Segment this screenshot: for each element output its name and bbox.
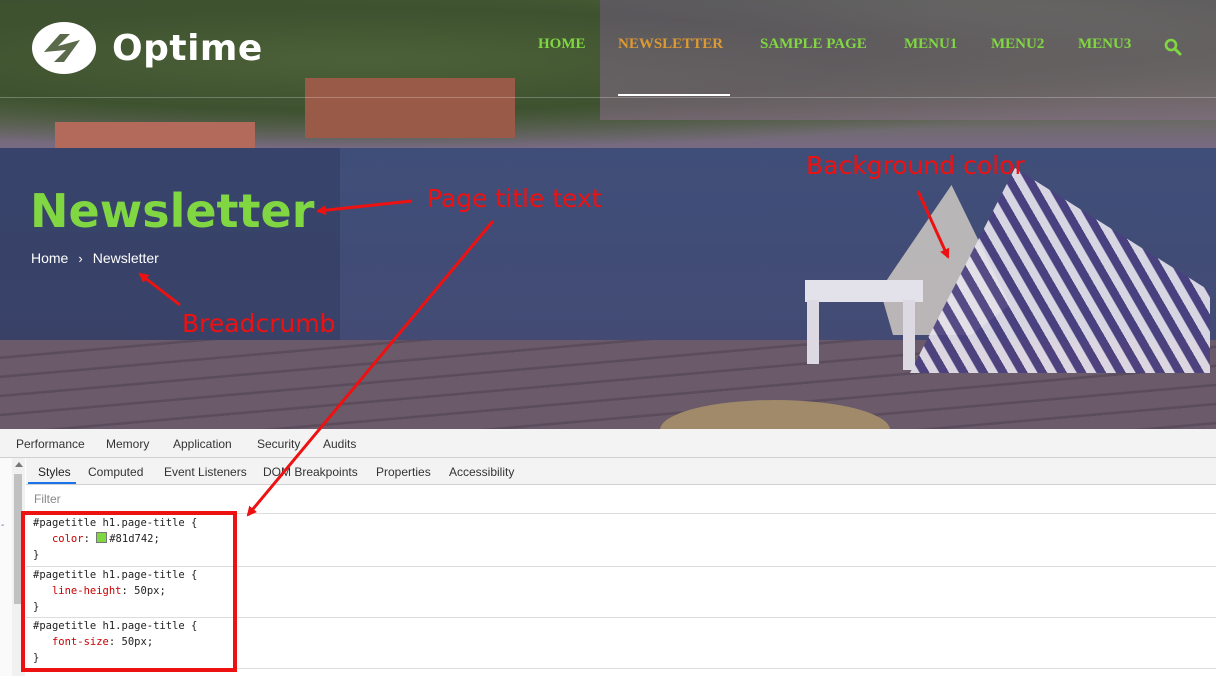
nav-sample-page[interactable]: SAMPLE PAGE bbox=[760, 36, 867, 53]
css-rule[interactable]: #pagetitle h1.page-title { color: #81d74… bbox=[26, 515, 1216, 567]
page-title: Newsletter bbox=[30, 184, 315, 238]
tab-event-listeners[interactable]: Event Listeners bbox=[164, 465, 247, 479]
annotation-page-title-text: Page title text bbox=[427, 184, 602, 213]
main-nav: HOME NEWSLETTER SAMPLE PAGE MENU1 MENU2 … bbox=[0, 36, 1216, 56]
css-value[interactable]: #81d742; bbox=[109, 533, 160, 545]
css-rule[interactable]: #pagetitle h1.page-title { font-size: 50… bbox=[26, 618, 1216, 669]
tab-memory[interactable]: Memory bbox=[106, 437, 149, 451]
nav-menu3[interactable]: MENU3 bbox=[1078, 36, 1131, 53]
tab-dom-breakpoints[interactable]: DOM Breakpoints bbox=[263, 465, 358, 479]
annotation-background-color: Background color bbox=[806, 151, 1025, 180]
css-property[interactable]: font-size bbox=[52, 636, 109, 648]
nav-menu2[interactable]: MENU2 bbox=[991, 36, 1044, 53]
annotation-breadcrumb: Breadcrumb bbox=[182, 309, 336, 338]
gutter-marker: - bbox=[1, 520, 5, 531]
nav-menu1[interactable]: MENU1 bbox=[904, 36, 957, 53]
header-divider bbox=[0, 97, 1216, 98]
css-rules-list: #pagetitle h1.page-title { color: #81d74… bbox=[26, 515, 1216, 676]
tab-performance[interactable]: Performance bbox=[16, 437, 85, 451]
css-value[interactable]: 50px; bbox=[122, 636, 154, 648]
active-tab-indicator bbox=[28, 482, 76, 484]
background-side-table bbox=[805, 280, 923, 302]
breadcrumb-current: Newsletter bbox=[92, 250, 159, 266]
tab-properties[interactable]: Properties bbox=[376, 465, 431, 479]
nav-newsletter[interactable]: NEWSLETTER bbox=[618, 36, 723, 53]
background-roof bbox=[55, 122, 255, 150]
nav-home[interactable]: HOME bbox=[538, 36, 586, 53]
hero-banner: Optime HOME NEWSLETTER SAMPLE PAGE MENU1… bbox=[0, 0, 1216, 429]
scrollbar-thumb[interactable] bbox=[14, 474, 22, 604]
filter-input[interactable]: Filter bbox=[34, 492, 61, 506]
css-closing-brace: } bbox=[33, 652, 40, 664]
css-value[interactable]: 50px; bbox=[134, 585, 166, 597]
css-selector: #pagetitle h1.page-title { bbox=[33, 569, 198, 581]
background-sky bbox=[600, 0, 1216, 120]
devtools-main-tabs: Performance Memory Application Security … bbox=[0, 429, 1216, 458]
css-property[interactable]: color bbox=[52, 533, 84, 545]
css-selector: #pagetitle h1.page-title { bbox=[33, 517, 198, 529]
css-closing-brace: } bbox=[33, 549, 40, 561]
css-selector: #pagetitle h1.page-title { bbox=[33, 620, 198, 632]
devtools-sub-tabs: Styles Computed Event Listeners DOM Brea… bbox=[26, 458, 1216, 485]
tab-audits[interactable]: Audits bbox=[323, 437, 356, 451]
tab-styles[interactable]: Styles bbox=[38, 465, 71, 479]
tab-security[interactable]: Security bbox=[257, 437, 300, 451]
background-roof bbox=[305, 78, 515, 138]
scroll-up-icon[interactable] bbox=[15, 462, 23, 467]
search-icon[interactable] bbox=[1164, 38, 1182, 56]
tab-computed[interactable]: Computed bbox=[88, 465, 143, 479]
css-property[interactable]: line-height bbox=[52, 585, 122, 597]
color-swatch[interactable] bbox=[96, 532, 108, 543]
devtools-panel: Performance Memory Application Security … bbox=[0, 429, 1216, 676]
tab-application[interactable]: Application bbox=[173, 437, 232, 451]
tab-accessibility[interactable]: Accessibility bbox=[449, 465, 514, 479]
background-side-table-leg bbox=[807, 300, 819, 364]
css-closing-brace: } bbox=[33, 601, 40, 613]
css-rule[interactable]: #pagetitle h1.page-title { line-height: … bbox=[26, 567, 1216, 618]
nav-active-indicator bbox=[618, 94, 730, 96]
breadcrumb-home-link[interactable]: Home bbox=[31, 250, 68, 266]
breadcrumb: Home › Newsletter bbox=[31, 250, 159, 266]
background-side-table-leg bbox=[903, 300, 915, 370]
chevron-right-icon: › bbox=[78, 250, 83, 266]
styles-filter-bar: Filter bbox=[26, 485, 1216, 514]
